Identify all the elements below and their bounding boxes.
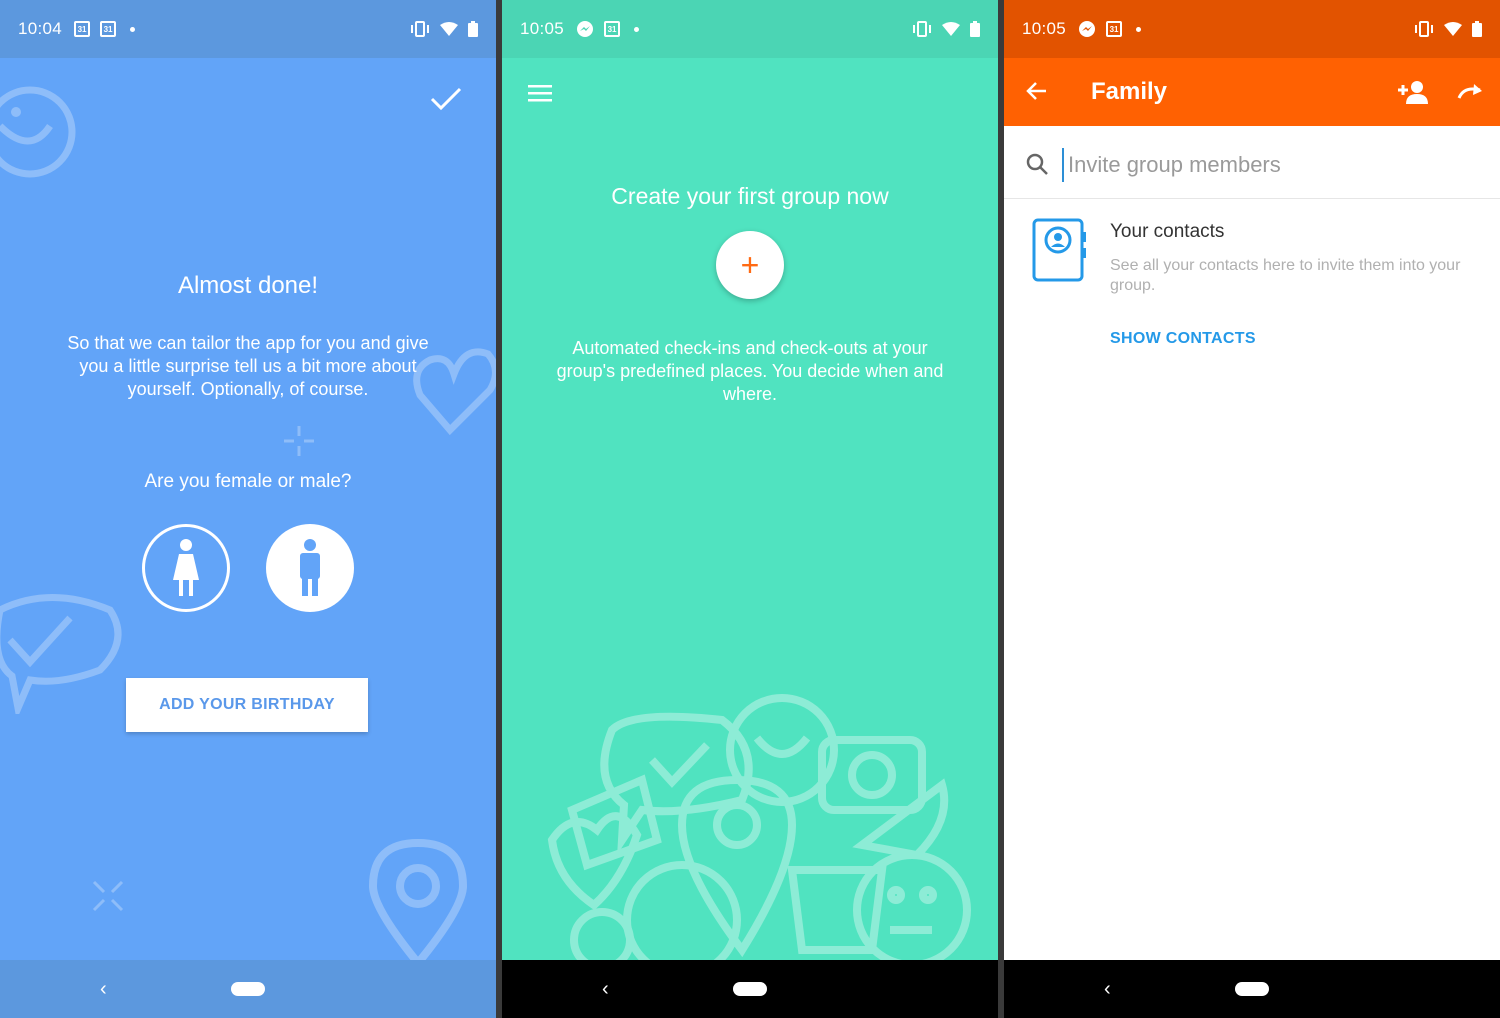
location-pin-icon <box>368 838 468 968</box>
battery-icon <box>1472 21 1482 37</box>
navigation-bar: ‹ <box>502 960 998 1018</box>
page-title: Create your first group now <box>611 183 889 209</box>
menu-icon[interactable] <box>528 84 552 102</box>
app-bar: Family <box>1004 58 1500 126</box>
notification-dot-icon <box>130 26 136 32</box>
add-person-icon[interactable] <box>1398 80 1428 104</box>
status-bar: 10:05 31 <box>502 0 998 58</box>
calendar-icon: 31 <box>604 21 621 37</box>
navigation-bar: ‹ <box>0 960 496 1018</box>
back-arrow-icon[interactable] <box>1026 80 1048 102</box>
contacts-book-icon <box>1032 218 1086 282</box>
battery-icon <box>970 21 980 37</box>
sparkle-icon <box>284 426 314 456</box>
share-redo-icon[interactable] <box>1456 82 1484 100</box>
page-title: Almost done! <box>177 272 319 299</box>
male-icon <box>300 539 320 596</box>
status-time: 10:04 <box>18 19 63 38</box>
laughing-face-icon <box>0 86 76 178</box>
invite-members-screen: 10:05 31 Family Your contacts See all yo… <box>1004 0 1500 1018</box>
gender-question: Are you female or male? <box>144 471 352 492</box>
add-birthday-button[interactable]: ADD YOUR BIRTHDAY <box>126 678 368 732</box>
female-option-button[interactable] <box>142 524 230 612</box>
search-bar <box>1004 126 1500 199</box>
wifi-icon <box>1444 22 1462 36</box>
status-bar: 10:05 31 <box>1004 0 1500 58</box>
nav-home-button[interactable] <box>1235 982 1269 996</box>
nav-back-icon[interactable]: ‹ <box>100 978 107 1001</box>
search-icon <box>1026 153 1048 175</box>
invite-search-input[interactable] <box>1062 148 1462 182</box>
male-option-button[interactable] <box>266 524 354 612</box>
sparkle-icon <box>92 880 124 912</box>
nav-back-icon[interactable]: ‹ <box>1104 978 1111 1001</box>
description-text: So that we can tailor the app for you an… <box>67 333 429 399</box>
wifi-icon <box>440 22 458 36</box>
create-group-button[interactable]: + <box>716 231 784 299</box>
groups-screen: 10:05 31 Create your first group now + A… <box>502 0 998 1018</box>
messenger-icon <box>577 21 594 37</box>
vibrate-icon <box>411 21 429 37</box>
calendar-icon: 31 <box>1106 21 1123 37</box>
contacts-description: See all your contacts here to invite the… <box>1110 257 1461 294</box>
status-time: 10:05 <box>1022 19 1067 38</box>
calendar-icon: 31 <box>74 21 91 37</box>
notification-dot-icon <box>634 26 640 32</box>
description-text: Automated check-ins and check-outs at yo… <box>556 338 944 404</box>
battery-icon <box>468 21 478 37</box>
confirm-check-icon[interactable] <box>430 86 462 112</box>
nav-home-button[interactable] <box>733 982 767 996</box>
speech-check-icon <box>0 594 122 714</box>
status-time: 10:05 <box>520 19 565 38</box>
notification-dot-icon <box>1136 26 1142 32</box>
show-contacts-button[interactable]: SHOW CONTACTS <box>1110 330 1256 348</box>
nav-back-icon[interactable]: ‹ <box>602 978 609 1001</box>
vibrate-icon <box>913 21 931 37</box>
female-icon <box>173 539 199 596</box>
vibrate-icon <box>1415 21 1433 37</box>
contacts-title: Your contacts <box>1110 221 1225 242</box>
nav-home-button[interactable] <box>231 982 265 996</box>
navigation-bar: ‹ <box>1004 960 1500 1018</box>
page-title: Family <box>1091 78 1168 105</box>
status-bar: 10:04 31 31 <box>0 0 496 58</box>
messenger-icon <box>1079 21 1096 37</box>
stickers-illustration <box>547 694 971 960</box>
profile-screen: 10:04 31 31 Almost done! So that we can … <box>0 0 496 1018</box>
calendar-icon: 31 <box>100 21 117 37</box>
wifi-icon <box>942 22 960 36</box>
